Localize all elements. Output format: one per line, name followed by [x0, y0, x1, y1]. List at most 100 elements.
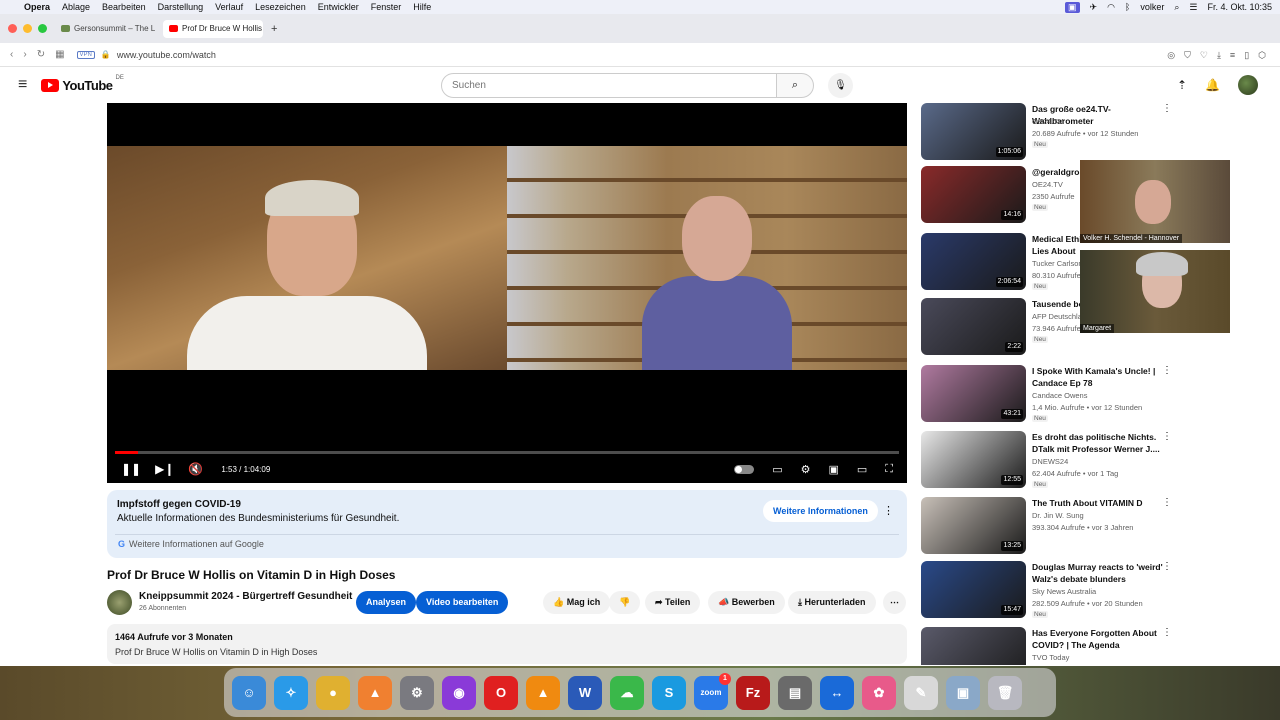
dislike-button[interactable]: 👎 — [609, 591, 641, 614]
recommended-video[interactable]: 12:55 Es droht das politische Nichts. DTa… — [921, 431, 1221, 493]
channel-name[interactable]: Kneippsummit 2024 - Bürgertreff Gesundhe… — [139, 591, 352, 602]
recommended-channel[interactable]: Dr. Jin W. Sung — [1032, 511, 1084, 520]
camera-icon[interactable]: ◎ — [1167, 50, 1175, 61]
recommended-title[interactable]: Has Everyone Forgotten About COVID? | Th… — [1032, 627, 1172, 651]
menu-verlauf[interactable]: Verlauf — [215, 2, 243, 12]
recommended-channel[interactable]: OE24.TV — [1032, 180, 1063, 189]
more-vert-icon[interactable]: ⋮ — [1162, 561, 1172, 572]
recommended-channel[interactable]: Candace Owens — [1032, 391, 1087, 400]
autoplay-toggle[interactable] — [734, 464, 755, 474]
channel-avatar[interactable] — [107, 590, 132, 615]
search-button[interactable]: ⌕ — [776, 73, 814, 98]
upload-icon[interactable]: ⇡ — [1177, 78, 1187, 92]
zoom-icon[interactable]: zoom 1 — [694, 672, 731, 710]
search-input[interactable] — [441, 73, 777, 98]
new-tab-button[interactable]: + — [271, 23, 277, 35]
recommended-channel[interactable]: TVO Today — [1032, 653, 1069, 662]
menu-lesezeichen[interactable]: Lesezeichen — [255, 2, 306, 12]
share-button[interactable]: ➦ Teilen — [645, 591, 701, 614]
description-box[interactable]: 1464 Aufrufe vor 3 Monaten Prof Dr Bruce… — [107, 624, 907, 664]
photos-icon[interactable]: ✿ — [862, 675, 896, 710]
recommended-channel[interactable]: Tucker Carlson — [1032, 259, 1083, 268]
video-thumbnail[interactable]: 2:06:54 — [921, 233, 1026, 290]
download-icon[interactable]: ⤓ — [1217, 50, 1221, 61]
recommended-video[interactable]: 43:21 I Spoke With Kamala's Uncle! | Cand… — [921, 365, 1221, 427]
bell-icon[interactable]: 🔔 — [1205, 78, 1220, 92]
recommended-title[interactable]: The Truth About VITAMIN D — [1032, 497, 1172, 509]
recommended-video[interactable]: 15:47 Douglas Murray reacts to 'weird' Wa… — [921, 561, 1221, 623]
next-icon[interactable]: ▶❙ — [155, 462, 174, 476]
progress-bar[interactable] — [115, 451, 899, 454]
fullscreen-icon[interactable]: ⛶ — [885, 463, 893, 476]
tab-youtube[interactable]: Prof Dr Bruce W Hollis o — [163, 19, 263, 38]
system-settings-icon[interactable]: ⚙ — [400, 675, 434, 710]
settings-gear-icon[interactable]: ⚙ — [801, 463, 811, 476]
more-vert-icon[interactable]: ⋮ — [1162, 497, 1172, 508]
lock-icon[interactable]: 🔒 — [101, 50, 111, 59]
extensions-icon[interactable]: ⬡ — [1258, 50, 1266, 61]
forward-icon[interactable]: › — [23, 49, 26, 60]
video-player[interactable]: ❚❚ ▶❙ 🔇 1:53 / 1:04:09 ▭ ⚙ ▣ ▭ ⛶ — [107, 103, 907, 483]
recommended-channel[interactable]: OE24.TV — [1032, 117, 1063, 126]
video-thumbnail[interactable] — [921, 627, 1026, 665]
recommended-title[interactable]: Es droht das politische Nichts. DTalk mi… — [1032, 431, 1172, 455]
tab-grid-icon[interactable]: ▦ — [55, 49, 64, 60]
video-thumbnail[interactable]: 14:16 — [921, 166, 1026, 223]
close-window-button[interactable] — [8, 24, 17, 33]
more-vert-icon[interactable]: ⋮ — [1162, 365, 1172, 376]
rocket-icon[interactable]: ✈ — [1090, 2, 1098, 13]
more-vert-icon[interactable]: ⋮ — [1162, 103, 1172, 114]
more-vert-icon[interactable]: ⋮ — [883, 504, 894, 517]
firefox-icon[interactable]: ◉ — [442, 675, 476, 710]
recommended-video[interactable]: Has Everyone Forgotten About COVID? | Th… — [921, 627, 1221, 665]
teamviewer-icon[interactable]: ↔ — [820, 675, 854, 710]
video-thumbnail[interactable]: 15:47 — [921, 561, 1026, 618]
cloud-icon[interactable]: ☁ — [610, 675, 644, 710]
video-thumbnail[interactable]: 43:21 — [921, 365, 1026, 422]
menubar-clock[interactable]: Fr. 4. Okt. 10:35 — [1207, 2, 1272, 12]
menu-ablage[interactable]: Ablage — [62, 2, 90, 12]
filezilla-icon[interactable]: Fz — [736, 675, 770, 710]
safari-icon[interactable]: ✧ — [274, 675, 308, 710]
mute-icon[interactable]: 🔇 — [188, 462, 203, 476]
more-actions-button[interactable]: ⋯ — [883, 591, 906, 614]
mic-button[interactable]: 🎙 — [828, 73, 853, 98]
reload-icon[interactable]: ↻ — [37, 49, 45, 60]
video-thumbnail[interactable]: 13:25 — [921, 497, 1026, 554]
user-name[interactable]: volker — [1140, 2, 1164, 12]
menu-darstellung[interactable]: Darstellung — [158, 2, 204, 12]
menu-entwickler[interactable]: Entwickler — [318, 2, 359, 12]
menu-opera[interactable]: Opera — [24, 2, 50, 12]
vpn-badge[interactable]: VPN — [76, 50, 95, 59]
recommended-channel[interactable]: DNEWS24 — [1032, 457, 1068, 466]
recommended-video[interactable]: 13:25 The Truth About VITAMIN D Dr. Jin W.… — [921, 497, 1221, 559]
maximize-window-button[interactable] — [38, 24, 47, 33]
trash-icon[interactable]: 🗑 — [988, 675, 1022, 710]
vlc-icon[interactable]: ▲ — [526, 675, 560, 710]
menu-lines-icon[interactable]: ≡ — [1230, 50, 1235, 60]
video-thumbnail[interactable]: 2:22 — [921, 298, 1026, 355]
edit-video-button[interactable]: Video bearbeiten — [416, 591, 509, 614]
participant-video-volker[interactable]: Volker H. Schendel - Hannover — [1080, 160, 1230, 243]
preview-icon[interactable]: ▣ — [946, 675, 980, 710]
miniplayer-icon[interactable]: ▣ — [828, 463, 838, 476]
tab-gersonsummit[interactable]: Gersonsummit – The Le — [55, 20, 155, 38]
opera-icon[interactable]: O — [484, 675, 518, 710]
menu-bearbeiten[interactable]: Bearbeiten — [102, 2, 146, 12]
printer-icon[interactable]: ▤ — [778, 675, 812, 710]
video-thumbnail[interactable]: 12:55 — [921, 431, 1026, 488]
more-vert-icon[interactable]: ⋮ — [1162, 627, 1172, 638]
pause-icon[interactable]: ❚❚ — [121, 462, 141, 476]
promote-button[interactable]: 📣 Bewerben — [708, 591, 785, 614]
finder-icon[interactable]: ☺ — [232, 675, 266, 710]
chrome-icon[interactable]: ● — [316, 675, 350, 710]
hamburger-icon[interactable]: ≡ — [18, 76, 27, 94]
recommended-channel[interactable]: Sky News Australia — [1032, 587, 1096, 596]
like-button[interactable]: 👍 Mag ich — [543, 591, 611, 614]
wallet-icon[interactable]: ▯ — [1244, 50, 1249, 61]
menu-fenster[interactable]: Fenster — [371, 2, 402, 12]
analytics-button[interactable]: Analysen — [356, 591, 417, 614]
avatar[interactable] — [1238, 75, 1258, 95]
video-thumbnail[interactable]: 1:05:06 — [921, 103, 1026, 160]
menu-hilfe[interactable]: Hilfe — [413, 2, 431, 12]
